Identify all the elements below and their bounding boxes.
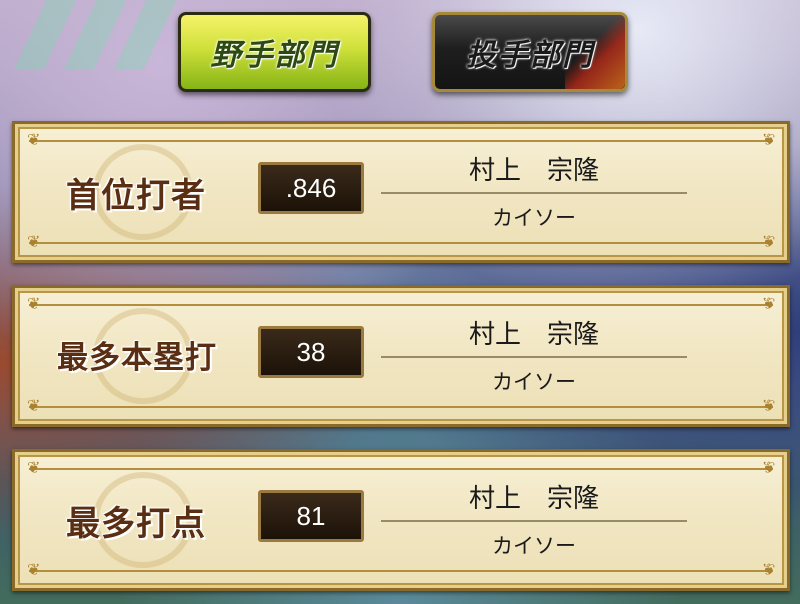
award-card-home-runs: 最多本塁打 38 村上 宗隆 カイソー [12,285,790,427]
ornament-divider [27,130,773,149]
name-underline [381,520,687,522]
award-title: 最多本塁打 [57,340,217,376]
award-value: 81 [258,490,364,542]
ornament-divider [27,560,773,579]
tab-pitcher-division[interactable]: 投手部門 [432,12,628,92]
player-name: 村上 宗隆 [468,156,599,186]
stadium-flag-stripe [113,0,177,70]
name-underline [381,356,687,358]
team-name: カイソー [492,206,576,230]
ornament-divider [27,232,773,251]
player-name: 村上 宗隆 [468,320,599,350]
player-name: 村上 宗隆 [468,484,599,514]
ornament-divider [27,294,773,313]
award-card-rbi: 最多打点 81 村上 宗隆 カイソー [12,449,790,591]
team-name: カイソー [492,370,576,394]
tab-fielder-label: 野手部門 [210,38,339,73]
team-name: カイソー [492,534,576,558]
ornament-divider [27,396,773,415]
award-title: 首位打者 [66,176,206,216]
tab-fielder-division[interactable]: 野手部門 [178,12,371,92]
stadium-flag-stripe [63,0,127,70]
award-value: 38 [258,326,364,378]
award-card-batting-title: 首位打者 .846 村上 宗隆 カイソー [12,121,790,263]
award-value: .846 [258,162,364,214]
tab-pitcher-label: 投手部門 [466,38,594,73]
award-title: 最多打点 [66,504,206,544]
stadium-flag-stripe [13,0,77,70]
ornament-divider [27,458,773,477]
name-underline [381,192,687,194]
